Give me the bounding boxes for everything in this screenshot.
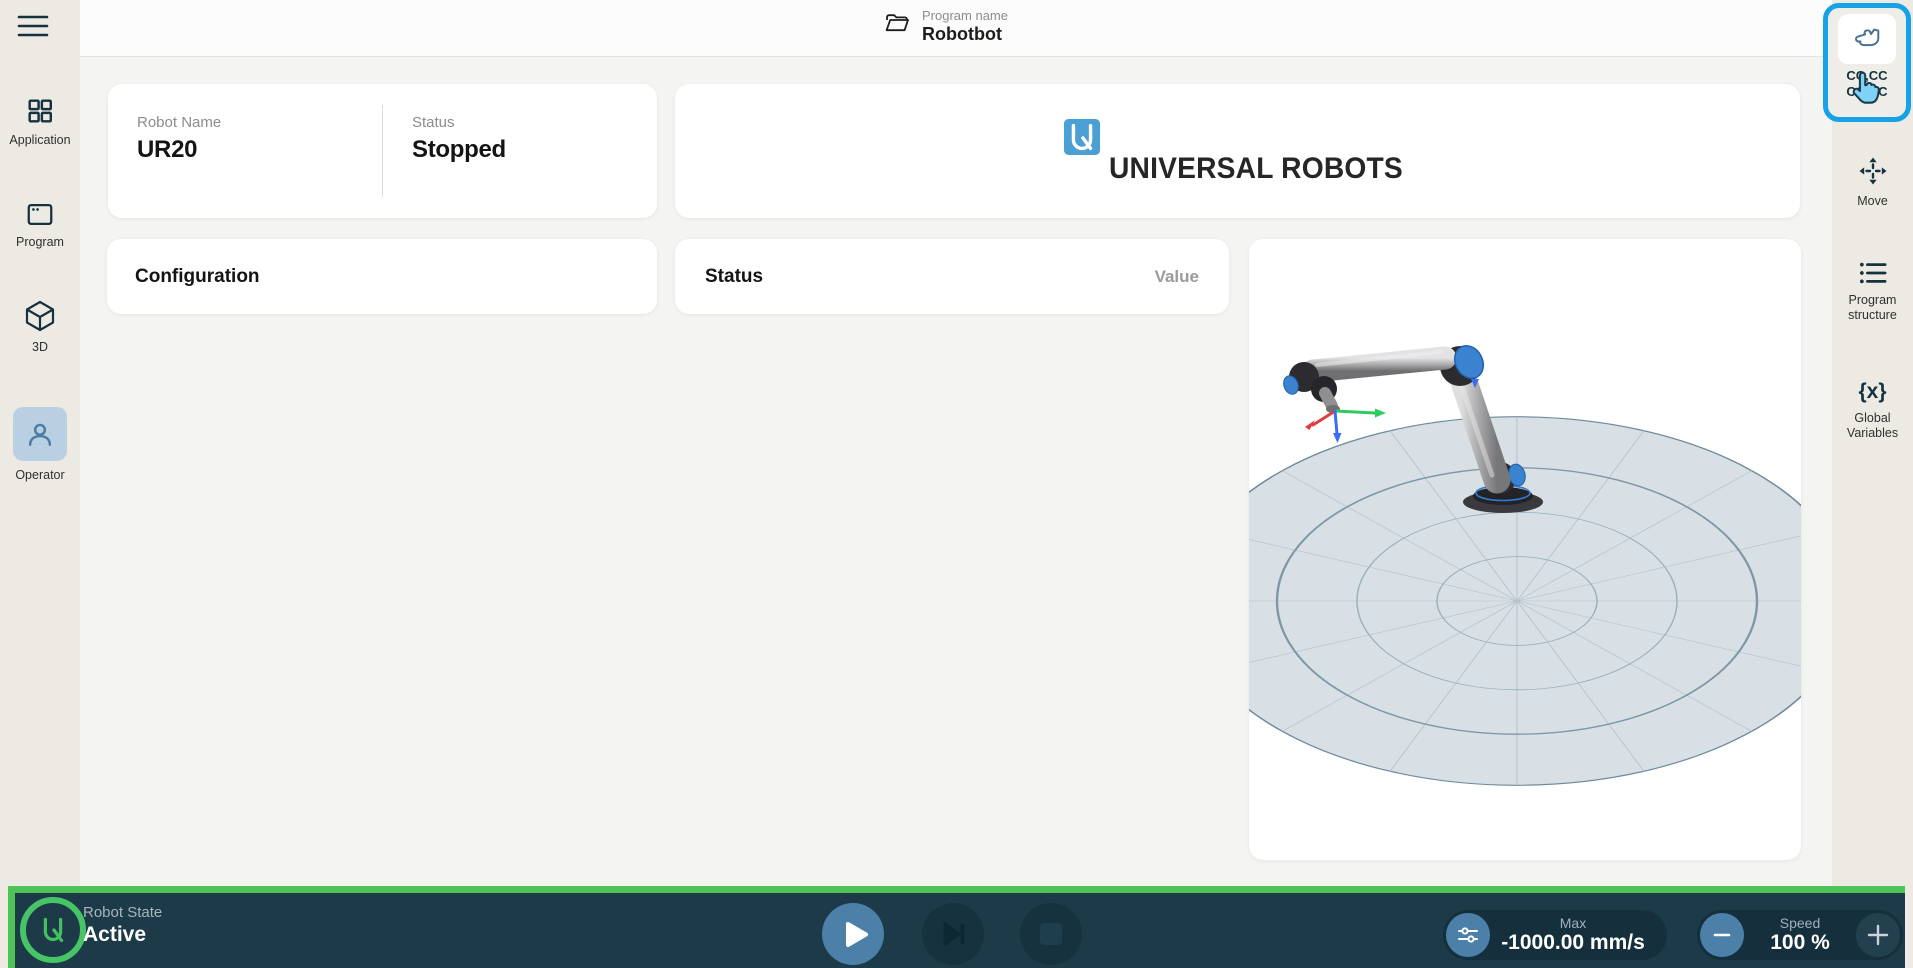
robot-arm-3d-render bbox=[1249, 239, 1801, 860]
sidebar-item-label-line1: Global bbox=[1854, 411, 1890, 425]
divider bbox=[382, 105, 383, 197]
sidebar-item-program[interactable]: Program bbox=[0, 201, 80, 250]
robot-name-value: UR20 bbox=[137, 136, 197, 164]
speed-readout: Speed 100 % bbox=[1745, 915, 1855, 954]
sidebar-item-label: Application bbox=[9, 133, 70, 148]
hamburger-menu-button[interactable] bbox=[16, 12, 50, 40]
right-sidebar: CC,CC CC,CC Move bbox=[1832, 0, 1913, 968]
cube-icon bbox=[23, 299, 57, 333]
hand-cursor-icon bbox=[1850, 70, 1884, 113]
configuration-title: Configuration bbox=[135, 266, 260, 288]
status-title: Status bbox=[705, 266, 763, 288]
person-icon bbox=[25, 419, 55, 449]
program-name-value: Robotbot bbox=[922, 24, 1008, 45]
play-button[interactable] bbox=[822, 903, 884, 965]
left-sidebar: Application Program 3D bbox=[0, 0, 80, 968]
list-icon bbox=[1858, 260, 1888, 286]
sidebar-item-operator[interactable]: Operator bbox=[0, 407, 80, 483]
configuration-panel: Configuration bbox=[107, 239, 657, 314]
sidebar-item-global-variables[interactable]: {x} Global Variables bbox=[1832, 380, 1913, 441]
stop-button[interactable] bbox=[1020, 903, 1082, 965]
universal-robots-logo: UNIVERSAL ROBOTS bbox=[1063, 118, 1423, 180]
robot-state-value: Active bbox=[83, 922, 162, 947]
speed-decrease-button[interactable] bbox=[1700, 913, 1744, 957]
sidebar-item-label-line1: Program bbox=[1849, 293, 1897, 307]
program-window-icon bbox=[25, 201, 55, 228]
play-icon bbox=[822, 903, 884, 965]
skip-button[interactable] bbox=[922, 903, 984, 965]
robot-state-text: Robot State Active bbox=[83, 904, 162, 947]
ur-glyph-icon bbox=[34, 911, 72, 949]
robot-name-label: Robot Name bbox=[137, 114, 221, 131]
selected-item-background bbox=[13, 407, 67, 461]
status-panel: Status Value bbox=[675, 239, 1229, 314]
sidebar-item-label: 3D bbox=[32, 340, 48, 355]
variables-icon: {x} bbox=[1858, 380, 1886, 404]
robot-status-label: Status bbox=[412, 114, 455, 131]
robot-status-value: Stopped bbox=[412, 136, 506, 164]
app-grid-icon bbox=[25, 96, 55, 126]
program-name-label: Program name bbox=[922, 8, 1008, 23]
max-label: Max bbox=[1491, 915, 1655, 931]
highlighted-tool-button[interactable]: CC,CC CC,CC bbox=[1823, 3, 1911, 122]
sidebar-item-move[interactable]: Move bbox=[1832, 155, 1913, 209]
speed-increase-button[interactable] bbox=[1856, 913, 1900, 957]
speed-pill: Speed 100 % bbox=[1697, 910, 1903, 960]
polyscope-screen: Program name Robotbot Application bbox=[0, 0, 1913, 968]
minus-icon bbox=[1711, 924, 1733, 946]
sidebar-item-3d[interactable]: 3D bbox=[0, 299, 80, 355]
robot-state-label: Robot State bbox=[83, 904, 162, 922]
sidebar-item-label-line2: Variables bbox=[1847, 426, 1898, 440]
stop-icon bbox=[1020, 903, 1082, 965]
folder-icon bbox=[884, 11, 910, 40]
value-column-header: Value bbox=[1155, 267, 1199, 287]
max-value: -1000.00 mm/s bbox=[1491, 931, 1655, 954]
speed-settings-button[interactable] bbox=[1446, 913, 1490, 957]
ur-monogram-icon bbox=[1063, 118, 1101, 156]
speed-label: Speed bbox=[1745, 915, 1855, 931]
brand-text: UNIVERSAL ROBOTS bbox=[1109, 152, 1403, 186]
robot-3d-viewport[interactable] bbox=[1249, 239, 1801, 860]
tool-icon-box bbox=[1838, 14, 1896, 64]
move-arrows-icon bbox=[1857, 155, 1889, 187]
skip-icon bbox=[922, 903, 984, 965]
sidebar-item-application[interactable]: Application bbox=[0, 96, 80, 148]
freedrive-hand-icon bbox=[1850, 23, 1884, 55]
plus-icon bbox=[1865, 922, 1891, 948]
program-header[interactable]: Program name Robotbot bbox=[884, 8, 1008, 45]
sidebar-item-label: Operator bbox=[15, 468, 64, 483]
sidebar-item-label: Program bbox=[16, 235, 64, 250]
brand-card: UNIVERSAL ROBOTS bbox=[675, 84, 1800, 218]
robot-info-card: Robot Name UR20 Status Stopped bbox=[108, 84, 657, 218]
sidebar-item-label: Move bbox=[1857, 194, 1888, 209]
robot-state-badge bbox=[20, 897, 86, 963]
hamburger-icon bbox=[16, 12, 50, 40]
sidebar-item-label-line2: structure bbox=[1848, 308, 1897, 322]
sidebar-item-program-structure[interactable]: Program structure bbox=[1832, 260, 1913, 323]
max-speed-pill: Max -1000.00 mm/s bbox=[1443, 910, 1667, 960]
max-speed-readout: Max -1000.00 mm/s bbox=[1491, 915, 1655, 954]
footer-bar: Robot State Active bbox=[8, 886, 1905, 968]
sliders-icon bbox=[1456, 923, 1480, 947]
speed-value: 100 % bbox=[1745, 931, 1855, 954]
